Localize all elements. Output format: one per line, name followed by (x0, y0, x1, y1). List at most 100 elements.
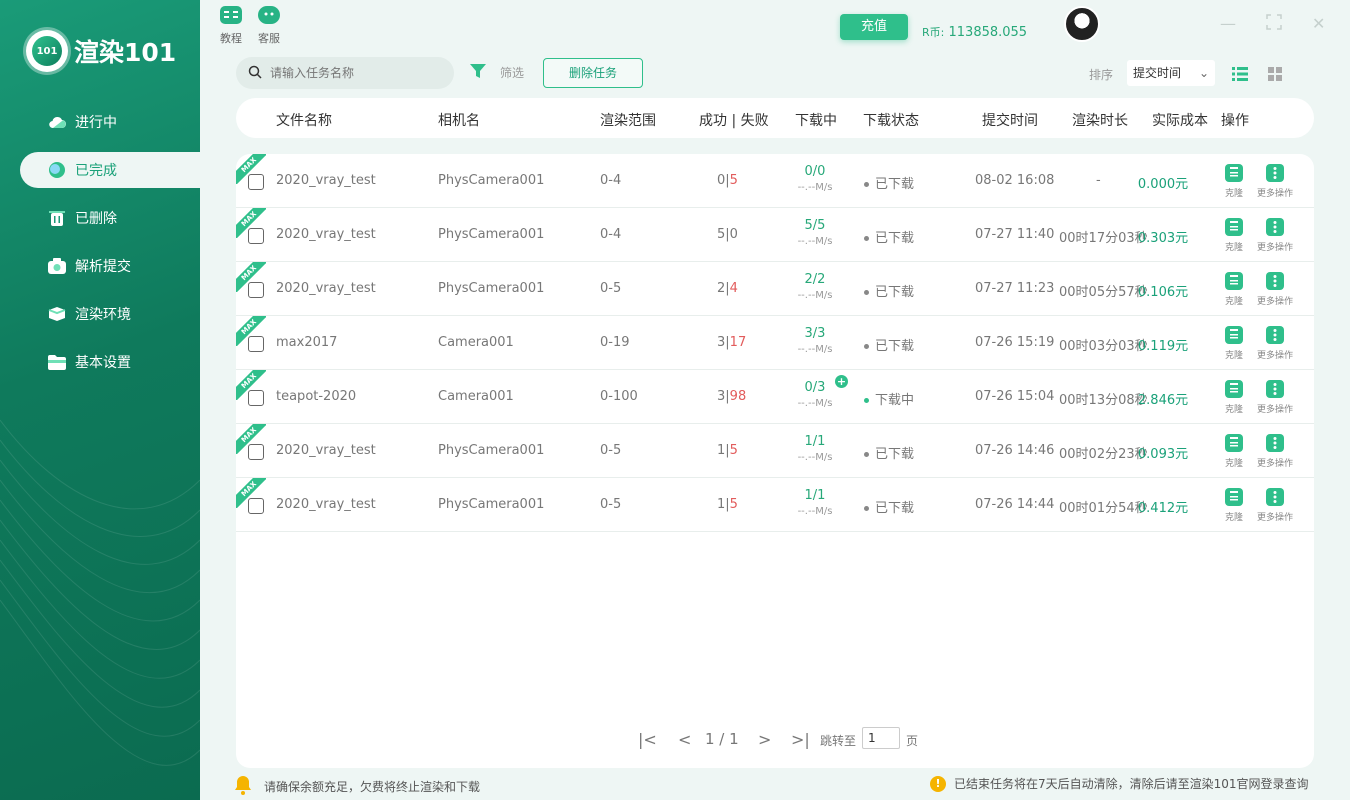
table-row[interactable]: MAX 2020_vray_test PhysCamera001 0-5 1|5… (236, 424, 1314, 478)
jump-page-input[interactable] (862, 727, 900, 749)
sidebar-item-label: 基本设置 (75, 355, 131, 371)
file-name: 2020_vray_test (276, 227, 376, 242)
header-submit-time[interactable]: 提交时间 (982, 110, 1038, 130)
filter-label: 筛选 (500, 66, 525, 80)
clone-button[interactable]: 克隆 (1219, 326, 1249, 361)
sidebar-item-in-progress[interactable]: 进行中 (20, 104, 200, 140)
table-row[interactable]: MAX 2020_vray_test PhysCamera001 0-5 2|4… (236, 262, 1314, 316)
table-row[interactable]: MAX teapot-2020 Camera001 0-100 3|98 0/3… (236, 370, 1314, 424)
row-checkbox[interactable] (248, 336, 264, 352)
more-actions-button[interactable]: 更多操作 (1252, 272, 1298, 307)
actual-cost: 0.093元 (1137, 447, 1189, 462)
success-fail: 3|98 (717, 389, 747, 404)
sidebar: 101 渲染101 进行中 已完成 已删除 解析提交 渲染环境 基本设置 (0, 0, 200, 800)
clone-button[interactable]: 克隆 (1219, 380, 1249, 415)
tutorial-label: 教程 (220, 32, 242, 45)
search-box[interactable] (236, 57, 454, 89)
recharge-button[interactable]: 充值 (840, 14, 908, 40)
filter-button[interactable]: 筛选 (470, 64, 524, 81)
clipboard-icon (1225, 164, 1243, 182)
header-download-status[interactable]: 下载状态 (863, 110, 919, 130)
more-actions-button[interactable]: 更多操作 (1252, 434, 1298, 469)
app-name: 渲染101 (74, 38, 177, 67)
row-checkbox[interactable] (248, 282, 264, 298)
more-actions-button[interactable]: 更多操作 (1252, 380, 1298, 415)
success-fail: 3|17 (717, 335, 747, 350)
more-actions-button[interactable]: 更多操作 (1252, 326, 1298, 361)
row-checkbox[interactable] (248, 174, 264, 190)
clone-button[interactable]: 克隆 (1219, 488, 1249, 523)
header-camera[interactable]: 相机名 (438, 110, 480, 130)
submit-time: 07-26 14:46 (975, 443, 1055, 458)
more-icon (1266, 218, 1284, 236)
more-actions-button[interactable]: 更多操作 (1252, 164, 1298, 199)
download-speed: --.--M/s (797, 398, 833, 409)
header-success-fail[interactable]: 成功 | 失败 (699, 110, 769, 130)
clone-button[interactable]: 克隆 (1219, 434, 1249, 469)
close-icon[interactable]: ✕ (1312, 14, 1325, 33)
tutorial-button[interactable]: 教程 (220, 6, 242, 46)
more-actions-button[interactable]: 更多操作 (1252, 218, 1298, 253)
clone-button[interactable]: 克隆 (1219, 272, 1249, 307)
success-fail: 1|5 (717, 443, 738, 458)
clone-button[interactable]: 克隆 (1219, 164, 1249, 199)
header-actual-cost[interactable]: 实际成本 (1152, 110, 1208, 130)
submit-time: 07-26 15:04 (975, 389, 1055, 404)
download-status: 已下载 (864, 443, 914, 462)
jump-label: 跳转至 (820, 734, 857, 748)
sidebar-item-basic-settings[interactable]: 基本设置 (20, 344, 200, 380)
more-icon (1266, 488, 1284, 506)
next-page-button[interactable]: > (758, 730, 771, 749)
row-checkbox[interactable] (248, 228, 264, 244)
search-icon (248, 64, 262, 83)
row-checkbox[interactable] (248, 390, 264, 406)
download-count: 0/0 (804, 164, 826, 179)
table-header: 文件名称 相机名 渲染范围 成功 | 失败 下载中 下载状态 提交时间 渲染时长… (236, 98, 1314, 138)
avatar[interactable] (1064, 6, 1100, 42)
clipboard-icon (1225, 326, 1243, 344)
sidebar-item-parse-submit[interactable]: 解析提交 (20, 248, 200, 284)
sidebar-item-deleted[interactable]: 已删除 (20, 200, 200, 236)
logo-badge-text: 101 (32, 36, 62, 66)
grid-view-icon[interactable] (1268, 66, 1282, 85)
plus-circle-icon[interactable]: + (835, 375, 848, 388)
actual-cost: 0.000元 (1137, 177, 1189, 192)
actual-cost: 0.106元 (1137, 285, 1189, 300)
list-view-icon[interactable] (1232, 66, 1248, 85)
actual-cost: 2.846元 (1137, 393, 1189, 408)
clone-button[interactable]: 克隆 (1219, 218, 1249, 253)
row-checkbox[interactable] (248, 498, 264, 514)
filter-icon (470, 64, 486, 81)
sort-select[interactable]: 提交时间 ⌄ (1127, 60, 1215, 86)
page-indicator: 1 / 1 (705, 730, 739, 748)
search-input[interactable] (270, 66, 440, 80)
sidebar-item-render-env[interactable]: 渲染环境 (20, 296, 200, 332)
sidebar-item-completed[interactable]: 已完成 (20, 152, 200, 188)
delete-task-button[interactable]: 删除任务 (543, 58, 643, 88)
table-row[interactable]: MAX 2020_vray_test PhysCamera001 0-4 5|0… (236, 208, 1314, 262)
header-downloading[interactable]: 下载中 (795, 110, 837, 130)
table-row[interactable]: MAX max2017 Camera001 0-19 3|17 3/3 --.-… (236, 316, 1314, 370)
table-row[interactable]: MAX 2020_vray_test PhysCamera001 0-4 0|5… (236, 154, 1314, 208)
maximize-icon[interactable] (1266, 14, 1282, 34)
file-name: 2020_vray_test (276, 497, 376, 512)
header-range[interactable]: 渲染范围 (600, 110, 656, 130)
minimize-icon[interactable]: — (1220, 14, 1236, 33)
header-actions: 操作 (1221, 113, 1249, 129)
header-file-name[interactable]: 文件名称 (276, 110, 332, 130)
prev-page-button[interactable]: < (678, 730, 691, 749)
header-render-duration[interactable]: 渲染时长 (1072, 110, 1128, 130)
row-checkbox[interactable] (248, 444, 264, 460)
camera-name: PhysCamera001 (438, 173, 545, 188)
camera-name: PhysCamera001 (438, 443, 545, 458)
more-actions-button[interactable]: 更多操作 (1252, 488, 1298, 523)
last-page-button[interactable]: >| (791, 730, 810, 749)
first-page-button[interactable]: |< (638, 730, 657, 749)
customer-service-button[interactable]: 客服 (258, 6, 280, 46)
download-status: 已下载 (864, 497, 914, 516)
more-icon (1266, 272, 1284, 290)
sidebar-wave-decoration (0, 419, 200, 766)
logo-badge: 101 (26, 30, 68, 72)
table-row[interactable]: MAX 2020_vray_test PhysCamera001 0-5 1|5… (236, 478, 1314, 532)
auto-clear-text: 已结束任务将在7天后自动清除，清除后请至渲染101官网登录查询 (954, 777, 1309, 791)
